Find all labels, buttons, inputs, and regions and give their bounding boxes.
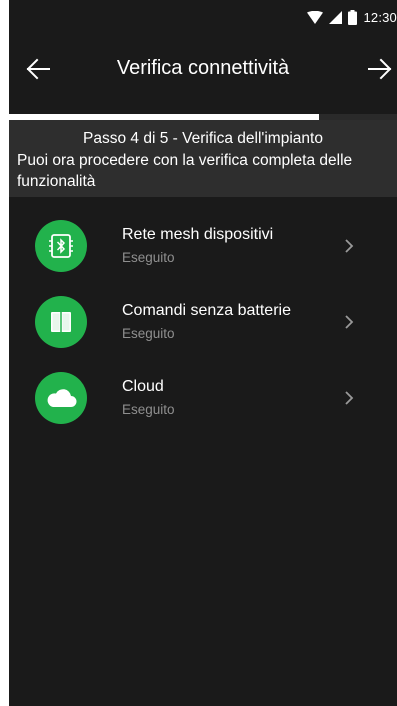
step-title: Passo 4 di 5 - Verifica dell'impianto <box>83 130 323 147</box>
chevron-right-icon <box>345 239 354 253</box>
check-item-title: Rete mesh dispositivi <box>122 226 274 243</box>
wifi-icon <box>307 11 324 24</box>
chevron-right-icon <box>345 391 354 405</box>
signal-icon <box>329 11 343 24</box>
chevron-right-icon <box>345 315 354 329</box>
status-time: 12:30 <box>363 10 397 25</box>
check-item-batteryless-switches[interactable]: Comandi senza batterie Eseguito <box>9 288 397 364</box>
step-info-panel: Passo 4 di 5 - Verifica dell'impianto Pu… <box>9 120 397 197</box>
arrow-right-icon[interactable] <box>367 56 393 82</box>
step-description: Puoi ora procedere con la verifica compl… <box>17 152 353 190</box>
check-item-cloud[interactable]: Cloud Eseguito <box>9 364 397 440</box>
check-item-title: Comandi senza batterie <box>122 302 291 319</box>
check-item-status: Eseguito <box>122 250 175 265</box>
cloud-icon <box>35 372 87 424</box>
check-list: Rete mesh dispositivi Eseguito Comandi s… <box>9 212 397 440</box>
status-bar: 12:30 <box>9 0 397 44</box>
app-bar: Verifica connettività <box>9 44 397 96</box>
switch-panel-icon <box>35 296 87 348</box>
check-item-title: Cloud <box>122 378 164 395</box>
check-item-status: Eseguito <box>122 402 175 417</box>
check-item-status: Eseguito <box>122 326 175 341</box>
app-screen: 12:30 Verifica connettività Passo 4 di 5… <box>9 0 397 706</box>
bluetooth-device-icon <box>35 220 87 272</box>
check-item-mesh-network[interactable]: Rete mesh dispositivi Eseguito <box>9 212 397 288</box>
page-title: Verifica connettività <box>116 57 290 79</box>
battery-icon <box>348 10 358 25</box>
